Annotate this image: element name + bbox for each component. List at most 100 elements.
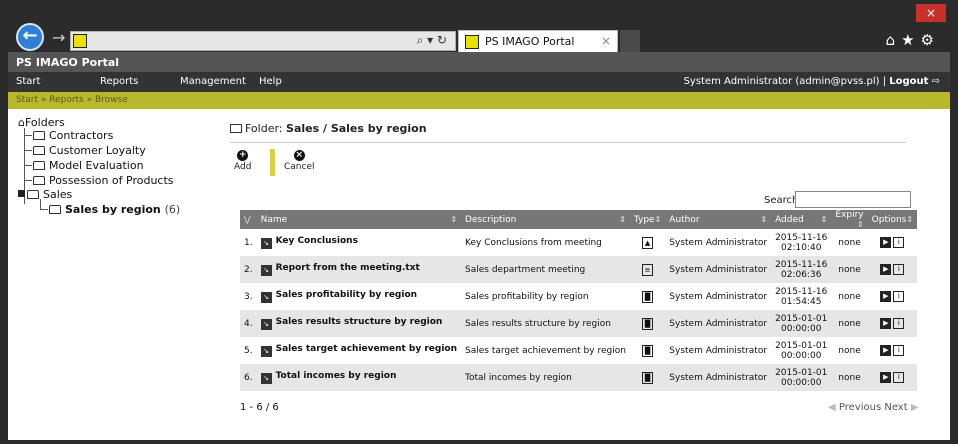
menu-management[interactable]: Management bbox=[180, 76, 246, 87]
tree-item-contractors[interactable]: Contractors bbox=[33, 129, 113, 142]
table-row[interactable]: 1. ↘ Key Conclusions Key Conclusions from… bbox=[240, 229, 918, 256]
row-type: █ bbox=[629, 364, 666, 391]
add-button[interactable]: + Add bbox=[234, 150, 251, 172]
sort-icon: ⇕ bbox=[619, 214, 626, 224]
tree-item-sales[interactable]: Sales bbox=[18, 188, 72, 201]
toolbar-separator bbox=[270, 149, 275, 176]
table-row[interactable]: 2. ↘ Report from the meeting.txt Sales de… bbox=[240, 256, 918, 283]
row-expiry: none bbox=[831, 283, 868, 310]
row-author: System Administrator bbox=[665, 310, 772, 337]
open-icon[interactable]: ▶ bbox=[880, 291, 892, 302]
table-row[interactable]: 6. ↘ Total incomes by region Total income… bbox=[240, 364, 918, 391]
row-name[interactable]: ↘ Key Conclusions bbox=[256, 229, 462, 256]
next-arrow-icon[interactable]: ▶ bbox=[911, 402, 919, 413]
header-expiry[interactable]: Expiry ⇕ bbox=[831, 210, 868, 229]
gear-icon[interactable]: ⚙ bbox=[921, 31, 940, 49]
tree-item-model-evaluation[interactable]: Model Evaluation bbox=[33, 159, 144, 172]
search-refresh-icons[interactable]: ⌕ ▾ ↻ bbox=[417, 33, 447, 48]
breadcrumb: Start » Reports » Browse bbox=[8, 92, 950, 109]
previous-link[interactable]: Previous bbox=[839, 402, 881, 413]
info-icon[interactable]: i bbox=[893, 264, 905, 275]
report-icon: ↘ bbox=[260, 319, 272, 330]
info-icon[interactable]: i bbox=[893, 237, 905, 248]
row-expiry: none bbox=[831, 256, 868, 283]
folder-icon bbox=[33, 131, 45, 140]
tree-item-sales-by-region[interactable]: Sales by region (6) bbox=[49, 203, 180, 216]
cancel-button[interactable]: × Cancel bbox=[284, 150, 315, 172]
report-icon: ↘ bbox=[260, 373, 272, 384]
header-description[interactable]: Description ⇕ bbox=[461, 210, 630, 229]
header-options[interactable]: Options⇕ bbox=[867, 210, 918, 229]
row-name[interactable]: ↘ Sales target achievement by region bbox=[256, 337, 462, 364]
table-row[interactable]: 3. ↘ Sales profitability by region Sales … bbox=[240, 283, 918, 310]
info-icon[interactable]: i bbox=[893, 345, 905, 356]
row-added: 2015-01-01 00:00:00 bbox=[771, 364, 832, 391]
home-icon[interactable]: ⌂ bbox=[886, 31, 902, 49]
browser-tab[interactable]: PS IMAGO Portal × bbox=[458, 30, 618, 52]
sort-icon: ⇕ bbox=[856, 220, 864, 229]
info-icon[interactable]: i bbox=[893, 318, 905, 329]
table-row[interactable]: 5. ↘ Sales target achievement by region S… bbox=[240, 337, 918, 364]
cancel-icon: × bbox=[293, 150, 305, 161]
menu-start[interactable]: Start bbox=[16, 76, 40, 87]
header-sort-icon[interactable]: ⋁ bbox=[240, 210, 257, 229]
tree-root[interactable]: ⌂Folders bbox=[18, 116, 65, 129]
chart-type-icon: █ bbox=[642, 317, 654, 330]
row-options: ▶ i bbox=[867, 364, 918, 391]
row-name[interactable]: ↘ Report from the meeting.txt bbox=[256, 256, 462, 283]
browser-chrome: × ← → ⌕ ▾ ↻ PS IMAGO Portal × ⌂★⚙ bbox=[8, 4, 950, 52]
next-link[interactable]: Next bbox=[884, 402, 907, 413]
header-type[interactable]: Type⇕ bbox=[629, 210, 666, 229]
info-icon[interactable]: i bbox=[893, 291, 905, 302]
header-name[interactable]: Name ⇕ bbox=[256, 210, 462, 229]
open-icon[interactable]: ▶ bbox=[880, 237, 892, 248]
menu-help[interactable]: Help bbox=[259, 76, 282, 87]
row-type: █ bbox=[629, 337, 666, 364]
open-icon[interactable]: ▶ bbox=[880, 345, 892, 356]
menu-reports[interactable]: Reports bbox=[100, 76, 138, 87]
tree-item-possession-of-products[interactable]: Possession of Products bbox=[33, 174, 174, 187]
collapse-icon[interactable] bbox=[18, 190, 25, 197]
header-added[interactable]: Added ⇕ bbox=[771, 210, 832, 229]
row-options: ▶ i bbox=[867, 337, 918, 364]
tree-branch bbox=[24, 150, 32, 151]
row-expiry: none bbox=[831, 310, 868, 337]
row-name[interactable]: ↘ Sales results structure by region bbox=[256, 310, 462, 337]
table-row[interactable]: 4. ↘ Sales results structure by region Sa… bbox=[240, 310, 918, 337]
new-tab-button[interactable] bbox=[620, 30, 640, 52]
row-number: 4. bbox=[240, 310, 257, 337]
row-number: 1. bbox=[240, 229, 257, 256]
row-number: 5. bbox=[240, 337, 257, 364]
logout-link[interactable]: Logout bbox=[889, 76, 928, 87]
search-input[interactable] bbox=[795, 191, 911, 208]
back-arrow-icon[interactable]: ← bbox=[16, 23, 44, 51]
info-icon[interactable]: i bbox=[893, 372, 905, 383]
tab-close-icon[interactable]: × bbox=[601, 34, 611, 48]
row-expiry: none bbox=[831, 337, 868, 364]
tree-branch bbox=[24, 165, 32, 166]
open-icon[interactable]: ▶ bbox=[880, 264, 892, 275]
row-added: 2015-11-16 02:10:40 bbox=[771, 229, 832, 256]
open-icon[interactable]: ▶ bbox=[880, 318, 892, 329]
row-name[interactable]: ↘ Total incomes by region bbox=[256, 364, 462, 391]
reports-table: ⋁ Name ⇕ Description ⇕ Type⇕ Author ⇕ Ad… bbox=[240, 210, 918, 391]
row-type: █ bbox=[629, 310, 666, 337]
folder-icon bbox=[33, 161, 45, 170]
browser-window: × ← → ⌕ ▾ ↻ PS IMAGO Portal × ⌂★⚙ PS IMA… bbox=[8, 4, 950, 440]
tab-title: PS IMAGO Portal bbox=[485, 35, 575, 48]
forward-arrow-icon[interactable]: → bbox=[52, 28, 65, 47]
window-close-button[interactable]: × bbox=[916, 4, 946, 22]
star-icon[interactable]: ★ bbox=[901, 31, 920, 49]
header-author[interactable]: Author ⇕ bbox=[665, 210, 772, 229]
pagination: ◀ Previous Next ▶ bbox=[828, 402, 919, 413]
tree-line bbox=[40, 199, 41, 209]
open-icon[interactable]: ▶ bbox=[880, 372, 892, 383]
browser-toolbar-icons[interactable]: ⌂★⚙ bbox=[886, 31, 940, 49]
tree-item-customer-loyalty[interactable]: Customer Loyalty bbox=[33, 144, 146, 157]
logout-icon[interactable]: ⇨ bbox=[932, 76, 940, 87]
previous-arrow-icon[interactable]: ◀ bbox=[828, 402, 836, 413]
address-bar[interactable]: ⌕ ▾ ↻ bbox=[70, 31, 456, 51]
row-options: ▶ i bbox=[867, 229, 918, 256]
folder-prefix: Folder: bbox=[245, 122, 287, 135]
row-name[interactable]: ↘ Sales profitability by region bbox=[256, 283, 462, 310]
